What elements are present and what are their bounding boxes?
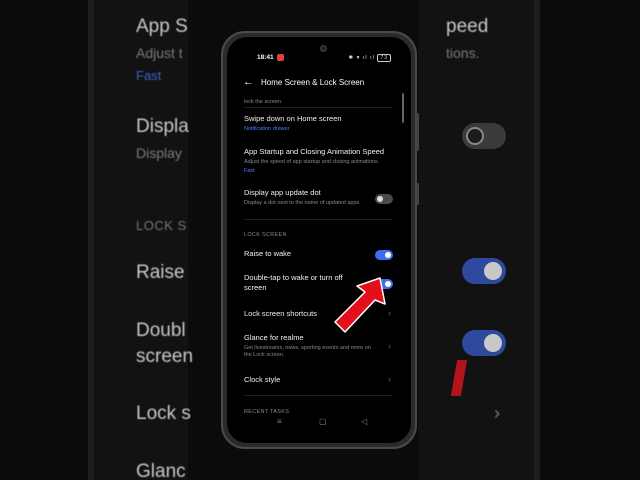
item-sub: lock the screen. <box>244 99 283 105</box>
item-value: Fast <box>244 168 255 174</box>
bg-text: Raise <box>136 262 185 283</box>
section-header-lock: LOCK SCREEN <box>244 232 287 238</box>
bg-panel-right <box>418 0 540 480</box>
bg-text: Doubl <box>136 320 186 341</box>
home-icon[interactable]: ▢ <box>319 417 327 426</box>
section-header-recent: RECENT TASKS <box>244 409 290 415</box>
item-label: Clock style <box>244 375 281 384</box>
item-sub: Display a dot next to the name of update… <box>244 200 361 206</box>
bg-toggle <box>462 330 506 356</box>
item-sub: Adjust the speed of app startup and clos… <box>244 159 380 165</box>
signal-icons: ✱ ▾ ıl ıl <box>348 55 375 61</box>
item-value: Notification drawer <box>244 126 290 132</box>
title-bar: ← Home Screen & Lock Screen <box>227 75 411 93</box>
divider <box>244 107 393 108</box>
bg-toggle <box>462 123 506 149</box>
nav-bar: ≡ ▢ ◁ <box>227 417 411 429</box>
glance-item[interactable]: Glance for realme Get livestreams, news,… <box>244 333 371 359</box>
item-label: App Startup and Closing Animation Speed <box>244 147 385 156</box>
bg-text: Glanc <box>136 461 186 480</box>
page-title: Home Screen & Lock Screen <box>261 78 365 87</box>
status-icons: ✱ ▾ ıl ıl 73 <box>348 54 391 62</box>
bg-text: Displa <box>136 116 189 137</box>
clock-time: 18:41 <box>257 54 274 61</box>
chevron-right-icon: › <box>494 403 500 423</box>
status-bar: 18:41 ✱ ▾ ıl ıl 73 <box>227 51 411 65</box>
clock-style-item[interactable]: Clock style <box>244 375 393 385</box>
bg-text: Lock s <box>136 403 191 424</box>
bg-text: peed <box>446 16 489 37</box>
bg-text: tions. <box>446 45 480 61</box>
bg-text: App S <box>136 16 188 37</box>
swipe-down-item[interactable]: Swipe down on Home screen Notification d… <box>244 114 393 132</box>
divider <box>244 219 393 220</box>
item-label: Swipe down on Home screen <box>244 114 342 123</box>
update-dot-toggle[interactable] <box>375 194 393 204</box>
phone-screen: 18:41 ✱ ▾ ıl ıl 73 ← Home Screen & Lock … <box>227 37 411 443</box>
red-pointer-arrow <box>334 277 386 333</box>
bg-toggle <box>462 258 506 284</box>
item-label: Display app update dot <box>244 188 321 197</box>
bg-text: LOCK S <box>136 218 187 233</box>
scrollbar[interactable] <box>402 93 404 123</box>
raise-to-wake-toggle[interactable] <box>375 250 393 260</box>
chevron-right-icon: › <box>388 374 391 384</box>
raise-to-wake-item[interactable]: Raise to wake <box>244 249 367 259</box>
battery-icon: 73 <box>377 54 391 62</box>
bg-edge <box>88 0 94 480</box>
notification-icon <box>277 54 284 61</box>
chevron-right-icon: › <box>388 341 391 351</box>
bg-text: Display <box>136 145 182 161</box>
bg-text: screen <box>136 346 194 367</box>
item-sub: Get livestreams, news, sporting events a… <box>244 345 371 358</box>
update-dot-item[interactable]: Display app update dot Display a dot nex… <box>244 188 367 207</box>
bg-text: Adjust t <box>136 45 183 61</box>
arrow-left-icon[interactable]: ← <box>243 76 254 88</box>
back-icon[interactable]: ◁ <box>361 417 367 426</box>
app-animation-speed-item[interactable]: App Startup and Closing Animation Speed … <box>244 147 393 174</box>
item-label: Raise to wake <box>244 249 292 258</box>
bg-edge <box>534 0 540 480</box>
list-item-cut: lock the screen. <box>244 97 393 106</box>
power-button <box>416 183 419 205</box>
volume-button <box>416 113 419 151</box>
menu-icon[interactable]: ≡ <box>277 417 282 426</box>
phone-frame: 18:41 ✱ ▾ ıl ıl 73 ← Home Screen & Lock … <box>221 31 419 449</box>
divider <box>244 395 393 396</box>
bg-text: Fast <box>136 68 162 83</box>
